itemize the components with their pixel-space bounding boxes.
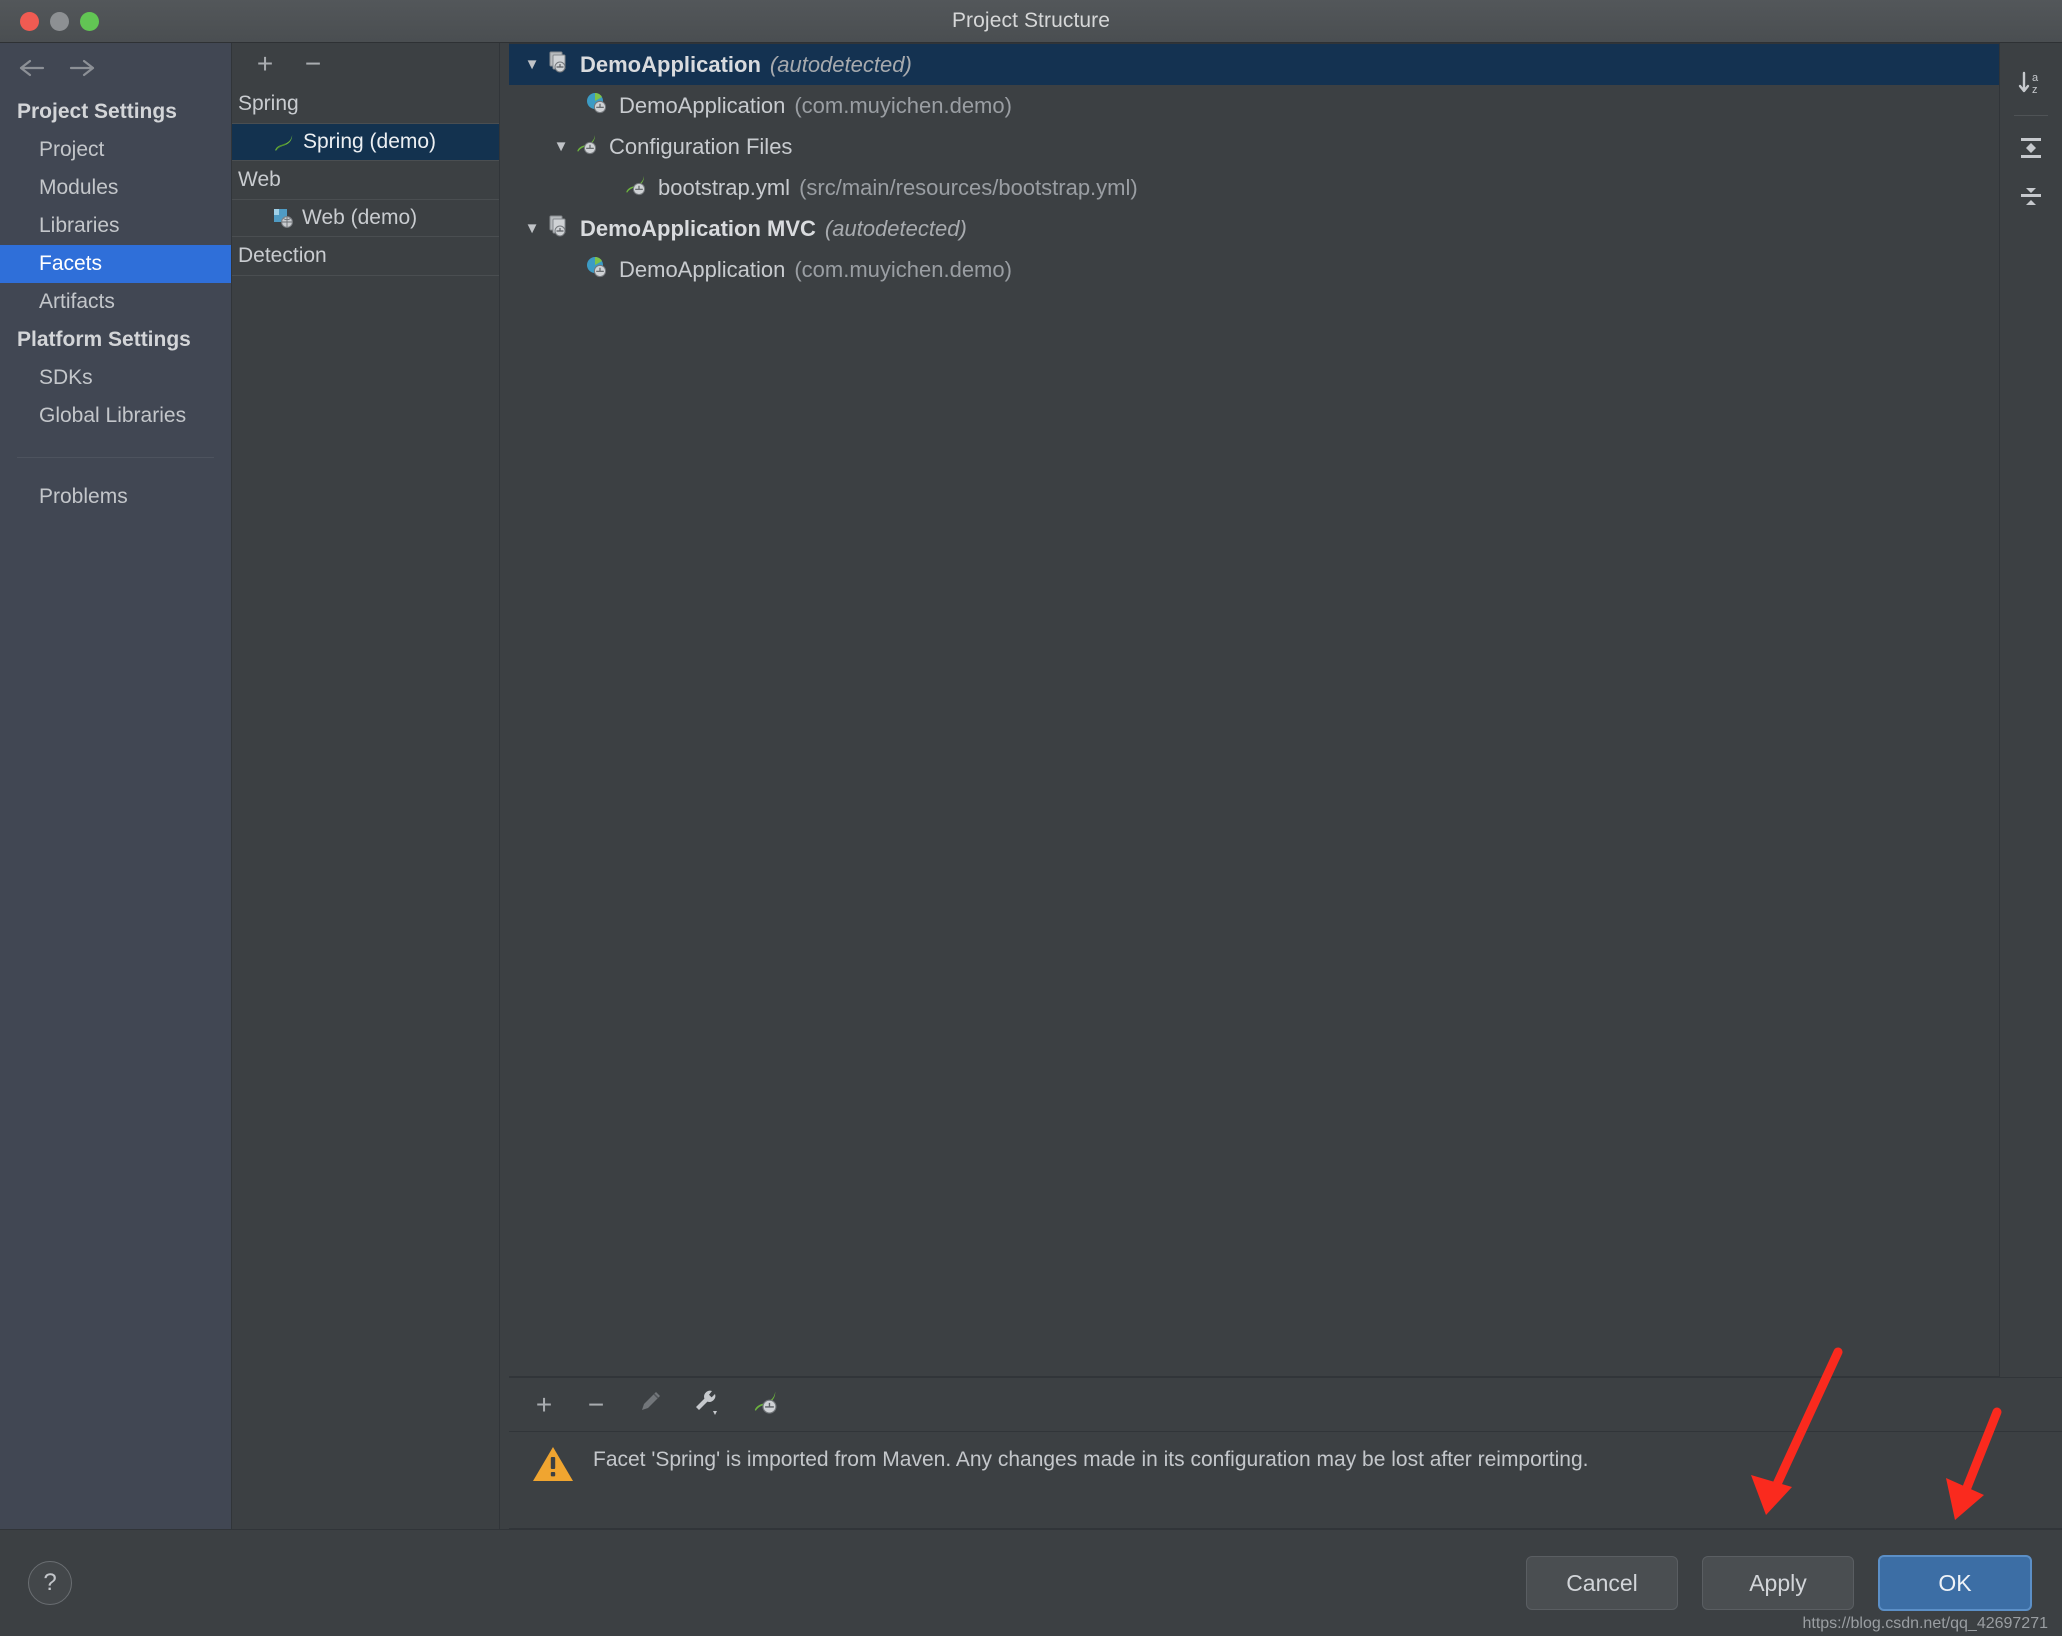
tree-row-suffix: (com.muyichen.demo) (794, 256, 1012, 282)
facet-warning-bar: Facet 'Spring' is imported from Maven. A… (509, 1432, 2062, 1529)
warning-triangle-icon (531, 1444, 575, 1489)
table-row[interactable]: ▼ DemoApplication MVC (autodetected) (509, 208, 1999, 249)
table-row[interactable]: DemoApplication (com.muyichen.demo) (509, 249, 1999, 290)
spring-bean-class-icon (584, 90, 610, 122)
tree-row-label: DemoApplication MVC (580, 215, 816, 241)
sidebar-divider (17, 457, 214, 458)
facet-rows: Spring Spring (demo) Web Web (demo) Dete… (232, 85, 499, 1529)
title-bar: Project Structure (0, 0, 2062, 43)
toolbar-divider (2014, 115, 2048, 116)
tree-row-label: DemoApplication (619, 92, 786, 118)
chevron-down-icon[interactable]: ▼ (548, 138, 574, 155)
watermark-text: https://blog.csdn.net/qq_42697271 (1802, 1615, 2048, 1632)
sidebar-nav-arrows (0, 49, 231, 93)
spring-leaf-icon (272, 131, 295, 154)
sidebar-item-global-libraries[interactable]: Global Libraries (0, 397, 231, 435)
facet-list-panel: + − Spring Spring (demo) Web Web (demo) … (232, 43, 500, 1529)
tree-row-label: DemoApplication (580, 51, 761, 77)
tree-rows: ▼ DemoApplication (autodetected) DemoApp… (509, 44, 1999, 290)
facet-detail-toolbar: + − (509, 1377, 2062, 1432)
sidebar-group-project-settings: Project Settings (17, 100, 177, 123)
sidebar-item-sdks[interactable]: SDKs (0, 359, 231, 397)
settings-sidebar: Project Settings Project Modules Librari… (0, 43, 232, 1529)
sidebar-item-modules[interactable]: Modules (0, 169, 231, 207)
facet-item-label: Web (demo) (302, 206, 418, 229)
facet-item-label: Spring (demo) (303, 130, 437, 153)
sidebar-item-artifacts[interactable]: Artifacts (0, 283, 231, 321)
spring-bean-class-icon (584, 254, 610, 286)
sidebar-item-libraries[interactable]: Libraries (0, 207, 231, 245)
tree-row-suffix: (src/main/resources/bootstrap.yml) (799, 174, 1138, 200)
arrow-left-icon[interactable] (18, 57, 46, 79)
ok-button[interactable]: OK (1878, 1555, 2032, 1611)
sidebar-group-platform-settings: Platform Settings (17, 328, 191, 351)
spring-contexts-tree[interactable]: ▼ DemoApplication (autodetected) DemoApp… (509, 43, 1999, 1377)
sort-alphabetically-icon[interactable]: a z (2009, 61, 2053, 105)
sidebar-item-project[interactable]: Project (0, 131, 231, 169)
apply-button[interactable]: Apply (1702, 1556, 1854, 1610)
facet-tree-area: ▼ DemoApplication (autodetected) DemoApp… (500, 43, 2062, 1377)
tree-row-label: Configuration Files (609, 133, 793, 159)
facet-item-web-demo[interactable]: Web (demo) (232, 200, 499, 237)
plus-icon[interactable]: + (252, 50, 278, 78)
dialog-footer: ? Cancel Apply OK https://blog.csdn.net/… (0, 1529, 2062, 1636)
tree-row-label: bootstrap.yml (658, 174, 791, 200)
spring-config-icon (623, 172, 649, 204)
spring-context-icon (545, 49, 571, 81)
expand-all-icon[interactable] (2009, 126, 2053, 170)
minus-icon[interactable]: − (583, 1390, 609, 1419)
wrench-dropdown-icon[interactable] (691, 1387, 725, 1422)
facet-detail-panel: ▼ DemoApplication (autodetected) DemoApp… (500, 43, 2062, 1529)
facet-group-web: Web (232, 161, 499, 200)
spring-config-icon[interactable] (751, 1387, 781, 1422)
minus-icon[interactable]: − (300, 50, 326, 78)
arrow-right-icon[interactable] (68, 57, 96, 79)
facet-list-toolbar: + − (232, 43, 499, 85)
window-title: Project Structure (951, 9, 1111, 32)
plus-icon[interactable]: + (531, 1390, 557, 1419)
tree-row-suffix: (autodetected) (769, 51, 912, 77)
project-structure-window: Project Structure Project Settings Proje… (0, 0, 2062, 1636)
chevron-down-icon[interactable]: ▼ (519, 220, 545, 237)
svg-text:a: a (2032, 72, 2039, 84)
help-question-icon[interactable]: ? (28, 1561, 72, 1605)
sidebar-item-facets[interactable]: Facets (0, 245, 231, 283)
edit-pencil-icon[interactable] (635, 1387, 665, 1422)
svg-text:z: z (2032, 84, 2038, 96)
tree-row-label: DemoApplication (619, 256, 786, 282)
table-row[interactable]: DemoApplication (com.muyichen.demo) (509, 85, 1999, 126)
sidebar-item-problems[interactable]: Problems (0, 478, 231, 516)
tree-row-suffix: (com.muyichen.demo) (794, 92, 1012, 118)
window-body: Project Settings Project Modules Librari… (0, 43, 2062, 1529)
chevron-down-icon[interactable]: ▼ (519, 56, 545, 73)
collapse-all-icon[interactable] (2009, 174, 2053, 218)
spring-context-icon (545, 213, 571, 245)
table-row[interactable]: ▼ DemoApplication (autodetected) (509, 44, 1999, 85)
web-facet-icon (272, 207, 294, 229)
facet-warning-text: Facet 'Spring' is imported from Maven. A… (593, 1448, 1589, 1471)
spring-config-icon (574, 131, 600, 163)
table-row[interactable]: bootstrap.yml (src/main/resources/bootst… (509, 167, 1999, 208)
cancel-button[interactable]: Cancel (1526, 1556, 1678, 1610)
tree-side-toolbar: a z (1999, 43, 2062, 1377)
table-row[interactable]: ▼ Configuration Files (509, 126, 1999, 167)
facet-group-detection: Detection (232, 237, 499, 276)
facet-group-spring: Spring (232, 85, 499, 124)
tree-row-suffix: (autodetected) (824, 215, 967, 241)
facet-item-spring-demo[interactable]: Spring (demo) (232, 124, 499, 161)
